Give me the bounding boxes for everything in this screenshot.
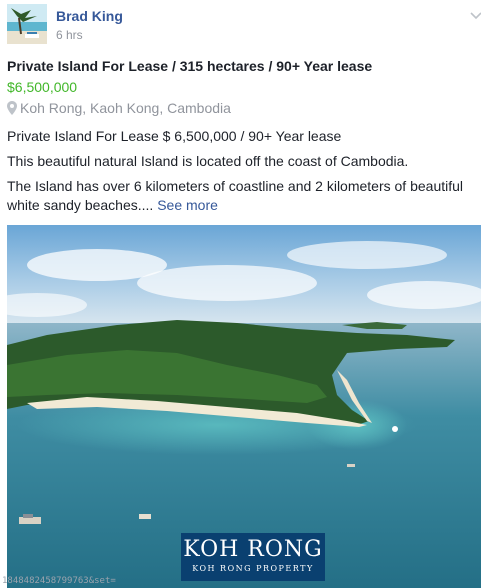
brand-watermark: KOH RONG KOH RONG PROPERTY	[181, 533, 325, 581]
location-pin-icon	[7, 101, 17, 115]
see-more-link[interactable]: See more	[157, 197, 218, 213]
listing-price: $6,500,000	[7, 79, 78, 95]
chevron-down-icon[interactable]	[470, 8, 481, 20]
listing-location: Koh Rong, Kaoh Kong, Cambodia	[7, 100, 231, 116]
description-paragraph: The Island has over 6 kilometers of coas…	[7, 177, 477, 215]
watermark-title: KOH RONG	[183, 537, 323, 562]
watermark-subtitle: KOH RONG PROPERTY	[192, 564, 314, 573]
post-header: Brad King 6 hrs	[0, 0, 481, 50]
marketplace-post-card: Brad King 6 hrs Private Island For Lease…	[0, 0, 481, 588]
author-avatar[interactable]	[7, 4, 47, 44]
author-name[interactable]: Brad King	[56, 8, 123, 24]
description-line: This beautiful natural Island is located…	[7, 153, 409, 169]
location-text: Koh Rong, Kaoh Kong, Cambodia	[20, 100, 231, 116]
status-url-text: 1848482458799763&set=	[2, 576, 116, 586]
post-timestamp[interactable]: 6 hrs	[56, 28, 83, 42]
listing-title[interactable]: Private Island For Lease / 315 hectares …	[7, 58, 372, 74]
listing-photo[interactable]: KOH RONG KOH RONG PROPERTY	[7, 225, 481, 588]
description-line: Private Island For Lease $ 6,500,000 / 9…	[7, 128, 342, 144]
description-line: The Island has over 6 kilometers of coas…	[7, 178, 464, 213]
